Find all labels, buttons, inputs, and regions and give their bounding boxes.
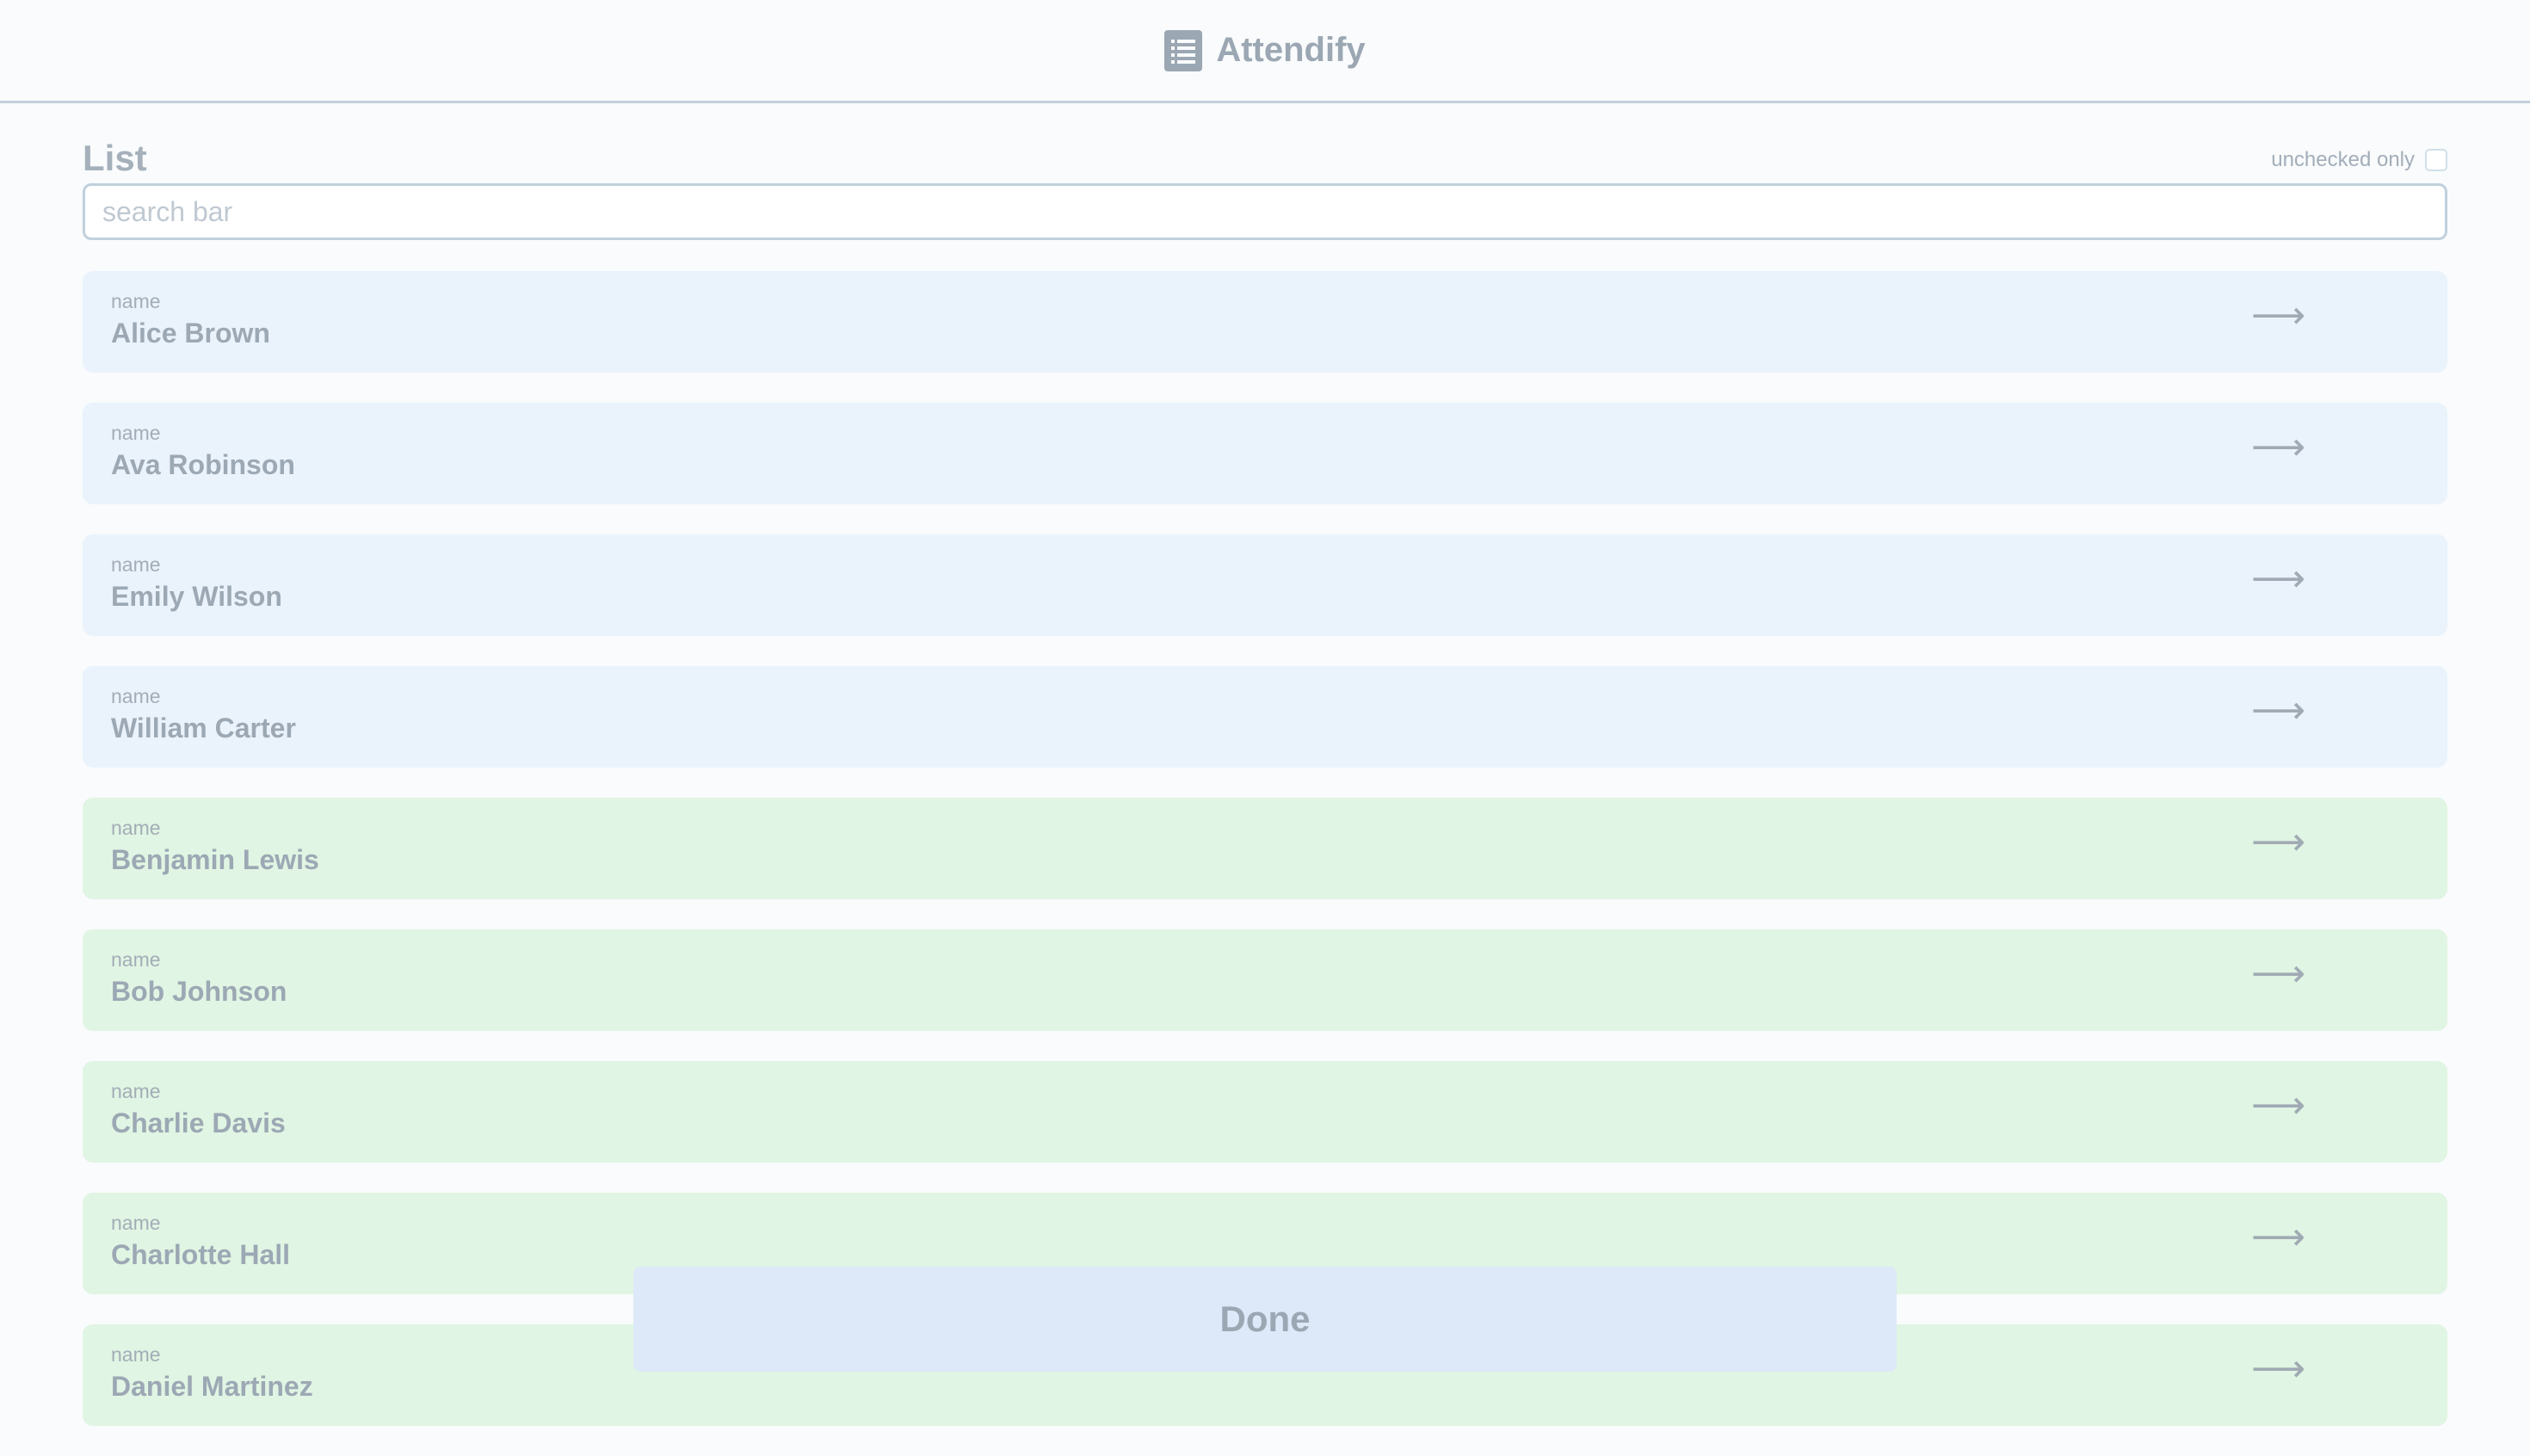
list-title: List — [83, 138, 147, 178]
brand: Attendify — [1164, 29, 1366, 71]
list-item[interactable]: name William Carter ⟶ — [83, 666, 2447, 768]
row-name: Bob Johnson — [111, 976, 287, 1007]
done-button[interactable]: Done — [633, 1267, 1897, 1372]
arrow-right-icon[interactable]: ⟶ — [2251, 1350, 2305, 1388]
arrow-right-icon[interactable]: ⟶ — [2251, 692, 2305, 730]
row-name: Benjamin Lewis — [111, 844, 319, 875]
row-field-label: name — [111, 553, 161, 576]
arrow-right-icon[interactable]: ⟶ — [2251, 955, 2305, 993]
arrow-right-icon[interactable]: ⟶ — [2251, 297, 2305, 335]
row-field-label: name — [111, 685, 161, 707]
list-item[interactable]: name Charlie Davis ⟶ — [83, 1061, 2447, 1163]
list-item[interactable]: name Alice Brown ⟶ — [83, 271, 2447, 373]
row-name: Ava Robinson — [111, 449, 295, 480]
list-item[interactable]: name Emily Wilson ⟶ — [83, 534, 2447, 636]
row-field-label: name — [111, 948, 161, 971]
row-field-label: name — [111, 290, 161, 312]
row-name: Alice Brown — [111, 318, 270, 349]
app-title: Attendify — [1216, 31, 1366, 69]
row-field-label: name — [111, 1080, 161, 1102]
arrow-right-icon[interactable]: ⟶ — [2251, 1218, 2305, 1256]
arrow-right-icon[interactable]: ⟶ — [2251, 560, 2305, 598]
filter-label: unchecked only — [2271, 148, 2415, 171]
list-icon — [1164, 29, 1203, 71]
unchecked-only-filter[interactable]: unchecked only — [2271, 148, 2447, 172]
row-field-label: name — [111, 817, 161, 839]
arrow-right-icon[interactable]: ⟶ — [2251, 429, 2305, 466]
row-field-label: name — [111, 1212, 161, 1234]
list-item[interactable]: name Ava Robinson ⟶ — [83, 403, 2447, 504]
list-item[interactable]: name Bob Johnson ⟶ — [83, 929, 2447, 1031]
row-name: Emily Wilson — [111, 581, 282, 612]
arrow-right-icon[interactable]: ⟶ — [2251, 1087, 2305, 1125]
row-name: Daniel Martinez — [111, 1371, 313, 1402]
unchecked-only-checkbox[interactable] — [2425, 149, 2447, 171]
list-header: List unchecked only — [83, 138, 2447, 181]
row-field-label: name — [111, 1343, 161, 1366]
row-name: Charlotte Hall — [111, 1239, 291, 1270]
row-name: Charlie Davis — [111, 1107, 286, 1138]
search-input[interactable] — [83, 183, 2447, 240]
arrow-right-icon[interactable]: ⟶ — [2251, 824, 2305, 861]
row-field-label: name — [111, 422, 161, 444]
app-header: Attendify — [0, 0, 2530, 103]
row-name: William Carter — [111, 713, 296, 743]
list-item[interactable]: name Benjamin Lewis ⟶ — [83, 798, 2447, 899]
